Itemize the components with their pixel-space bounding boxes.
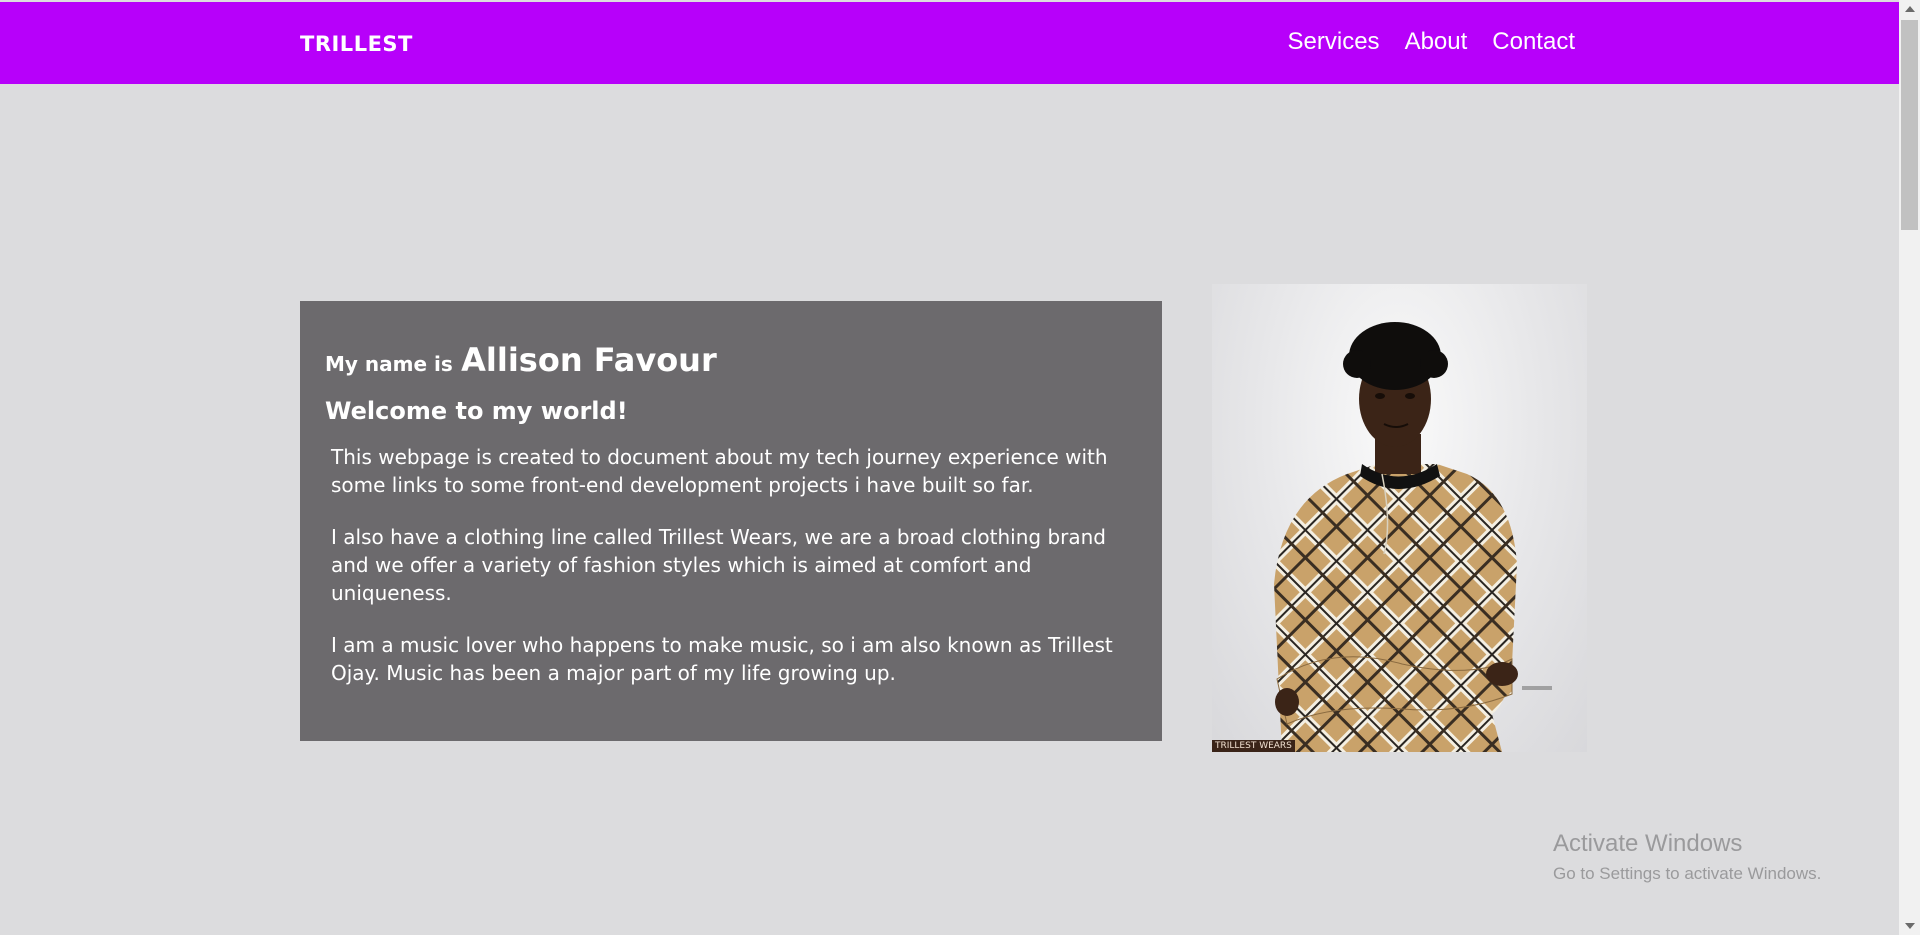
- intro-name: Allison Favour: [461, 341, 717, 379]
- brand-logo[interactable]: TRILLEST: [300, 32, 413, 56]
- nav-link-about[interactable]: About: [1405, 28, 1468, 56]
- intro-paragraph-music: I am a music lover who happens to make m…: [331, 633, 1113, 685]
- intro-paragraph-tech: This webpage is created to document abou…: [331, 445, 1108, 497]
- activate-windows-watermark: Activate Windows Go to Settings to activ…: [1553, 830, 1821, 884]
- intro-card: My name is Allison Favour Welcome to my …: [300, 301, 1162, 741]
- person-illustration: [1274, 322, 1552, 752]
- nav-link-services[interactable]: Services: [1288, 28, 1380, 56]
- photo-brand-tag: TRILLEST WEARS: [1212, 740, 1295, 752]
- intro-paragraph-clothing: I also have a clothing line called Trill…: [331, 525, 1106, 605]
- scroll-down-arrow-icon[interactable]: [1905, 923, 1915, 929]
- intro-heading: My name is Allison Favour: [325, 341, 1137, 379]
- activate-windows-title: Activate Windows: [1553, 830, 1743, 857]
- nav-links: Services About Contact: [1288, 28, 1575, 56]
- page: TRILLEST Services About Contact My name …: [0, 0, 1920, 935]
- activate-windows-subtitle: Go to Settings to activate Windows.: [1553, 864, 1822, 883]
- vertical-scrollbar[interactable]: [1899, 0, 1920, 935]
- welcome-heading: Welcome to my world!: [325, 397, 628, 425]
- intro-prefix: My name is: [325, 352, 453, 376]
- scrollbar-thumb[interactable]: [1901, 20, 1918, 230]
- scroll-up-arrow-icon[interactable]: [1905, 6, 1915, 12]
- navbar: TRILLEST Services About Contact: [0, 2, 1899, 84]
- profile-photo: TRILLEST WEARS: [1212, 284, 1587, 752]
- nav-link-contact[interactable]: Contact: [1492, 28, 1575, 56]
